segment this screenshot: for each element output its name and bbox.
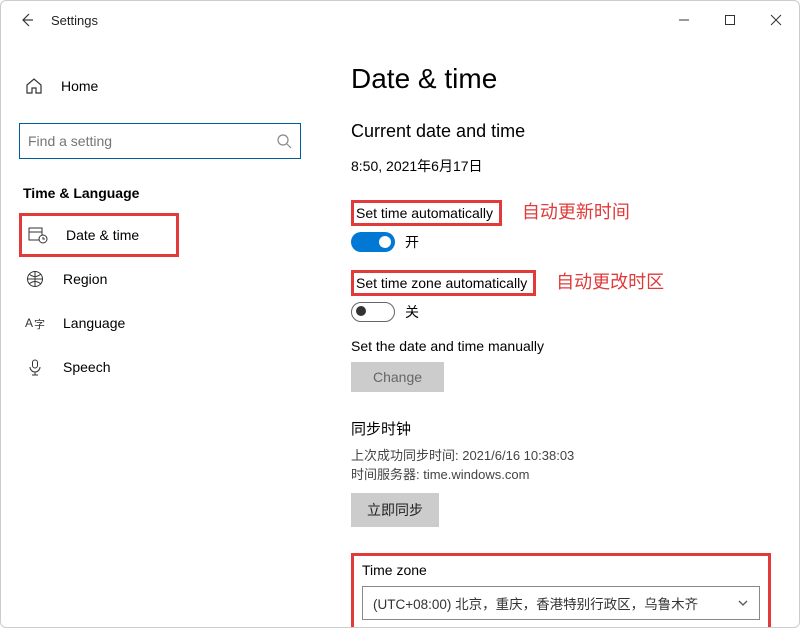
toggle-set-time-auto[interactable] <box>351 232 395 252</box>
microphone-icon <box>25 358 45 376</box>
svg-text:字: 字 <box>34 317 45 331</box>
timezone-value: (UTC+08:00) 北京，重庆，香港特别行政区，乌鲁木齐 <box>373 593 698 613</box>
manual-set-label: Set the date and time manually <box>351 338 769 354</box>
search-box[interactable] <box>19 123 301 159</box>
annotation-auto-tz: 自动更改时区 <box>556 272 664 292</box>
minimize-icon <box>678 14 690 26</box>
search-input[interactable] <box>28 133 276 149</box>
sidebar-item-speech[interactable]: Speech <box>19 345 301 389</box>
sync-clock-section: 同步时钟 上次成功同步时间: 2021/6/16 10:38:03 时间服务器:… <box>351 418 769 527</box>
set-tz-auto-row: Set time zone automatically 自动更改时区 <box>351 268 769 296</box>
toggle-set-tz-auto[interactable] <box>351 302 395 322</box>
chevron-down-icon <box>737 597 749 609</box>
annotation-auto-time: 自动更新时间 <box>522 202 630 222</box>
sidebar-item-date-time[interactable]: Date & time <box>19 213 179 257</box>
sidebar-home-label: Home <box>61 78 98 94</box>
content-pane: Date & time Current date and time 8:50, … <box>321 39 799 627</box>
sidebar-item-language[interactable]: A字 Language <box>19 301 301 345</box>
toggle-on-label: 开 <box>405 232 419 252</box>
close-icon <box>770 14 782 26</box>
language-icon: A字 <box>25 314 45 332</box>
change-button[interactable]: Change <box>351 362 444 392</box>
set-time-auto-label: Set time automatically <box>351 200 502 226</box>
maximize-button[interactable] <box>707 2 753 38</box>
toggle-off-label: 关 <box>405 302 419 322</box>
sidebar-item-label: Region <box>63 271 107 287</box>
sync-heading: 同步时钟 <box>351 418 769 439</box>
window-controls <box>661 2 799 38</box>
sync-now-button[interactable]: 立即同步 <box>351 493 439 527</box>
timezone-select[interactable]: (UTC+08:00) 北京，重庆，香港特别行政区，乌鲁木齐 <box>362 586 760 620</box>
search-icon <box>276 133 292 149</box>
arrow-left-icon <box>19 12 35 28</box>
svg-text:A: A <box>25 316 33 330</box>
timezone-section: Time zone (UTC+08:00) 北京，重庆，香港特别行政区，乌鲁木齐 <box>351 553 771 627</box>
current-datetime: 8:50, 2021年6月17日 <box>351 156 769 176</box>
sidebar-item-label: Speech <box>63 359 110 375</box>
sidebar: Home Time & Language Date & time Reg <box>1 39 321 627</box>
sidebar-section-label: Time & Language <box>19 185 301 201</box>
sync-server: 时间服务器: time.windows.com <box>351 464 769 483</box>
sidebar-item-region[interactable]: Region <box>19 257 301 301</box>
globe-icon <box>25 270 45 288</box>
section-current-title: Current date and time <box>351 121 769 142</box>
sidebar-home[interactable]: Home <box>19 69 301 103</box>
sidebar-item-label: Date & time <box>66 227 139 243</box>
timezone-label: Time zone <box>362 562 760 578</box>
page-title: Date & time <box>351 63 769 95</box>
back-button[interactable] <box>17 10 37 30</box>
set-time-auto-row: Set time automatically 自动更新时间 <box>351 198 769 226</box>
home-icon <box>25 77 43 95</box>
settings-window: Settings Home <box>0 0 800 628</box>
maximize-icon <box>724 14 736 26</box>
sidebar-item-label: Language <box>63 315 125 331</box>
sync-last: 上次成功同步时间: 2021/6/16 10:38:03 <box>351 445 769 464</box>
window-title: Settings <box>51 13 98 28</box>
set-tz-auto-label: Set time zone automatically <box>351 270 536 296</box>
minimize-button[interactable] <box>661 2 707 38</box>
close-button[interactable] <box>753 2 799 38</box>
titlebar: Settings <box>1 1 799 39</box>
calendar-clock-icon <box>28 226 48 244</box>
